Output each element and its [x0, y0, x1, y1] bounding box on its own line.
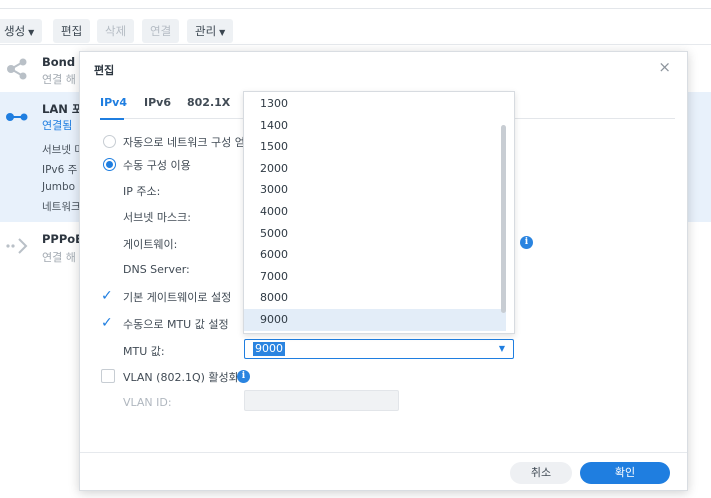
toolbar: 생성 ▼ 편집 삭제 연결 관리 ▼: [0, 0, 711, 45]
manual-config-radio[interactable]: [103, 158, 116, 171]
edit-button[interactable]: 편집: [53, 19, 91, 43]
interface-detail: 서브넷 마: [42, 144, 84, 156]
mtu-option[interactable]: 1500: [244, 136, 506, 158]
mtu-value-label: MTU 값:: [123, 345, 165, 358]
mtu-option[interactable]: 9000: [244, 309, 506, 331]
chevron-down-icon: ▼: [28, 28, 35, 37]
manage-button[interactable]: 관리 ▼: [187, 19, 234, 43]
mtu-option[interactable]: 6000: [244, 244, 506, 266]
vlan-id-label: VLAN ID:: [123, 396, 172, 409]
vlan-enable-label: VLAN (802.1Q) 활성화: [123, 371, 239, 384]
close-icon[interactable]: ×: [658, 58, 671, 76]
mtu-dropdown-list: 9000 8000 7000 6000 5000 4000 3000 2000 1500 1400…: [243, 91, 515, 334]
vlan-id-input[interactable]: [244, 390, 399, 411]
gateway-label: 게이트웨이:: [123, 238, 178, 251]
mtu-option[interactable]: 1400: [244, 115, 506, 137]
mtu-value-combobox[interactable]: 9000 ▼: [244, 339, 514, 359]
mtu-option[interactable]: 7000: [244, 266, 506, 288]
create-button[interactable]: 생성 ▼: [0, 19, 43, 43]
connect-button[interactable]: 연결: [142, 19, 180, 43]
tab-ipv4[interactable]: IPv4: [100, 96, 127, 109]
interface-status: 연결 해: [42, 251, 76, 264]
interface-detail: 네트워크: [42, 201, 81, 213]
footer-divider: [80, 452, 687, 453]
chevron-down-icon: ▼: [219, 28, 226, 37]
interface-detail: Jumbo: [42, 181, 76, 193]
tab-8021x[interactable]: 802.1X: [187, 96, 230, 109]
ok-button[interactable]: 확인: [580, 462, 670, 484]
create-button-label: 생성: [4, 24, 26, 38]
share-icon: [7, 58, 27, 80]
active-tab-indicator: [100, 118, 124, 120]
mtu-option[interactable]: 1300: [244, 93, 506, 115]
auto-config-radio[interactable]: [103, 135, 116, 148]
manual-config-label: 수동 구성 이용: [123, 159, 191, 172]
toolbar-top-divider: [0, 8, 711, 9]
manage-button-label: 관리: [195, 24, 217, 38]
mtu-option[interactable]: 2000: [244, 158, 506, 180]
dialog-title: 편집: [94, 64, 115, 77]
subnet-mask-label: 서브넷 마스크:: [123, 211, 191, 224]
interface-name: PPPoE: [42, 232, 84, 246]
lan-connected-icon: [6, 113, 28, 121]
mtu-option[interactable]: 4000: [244, 201, 506, 223]
delete-button[interactable]: 삭제: [97, 19, 135, 43]
ip-address-label: IP 주소:: [123, 185, 161, 198]
mtu-value-text: 9000: [253, 342, 285, 356]
chevron-down-icon[interactable]: ▼: [499, 344, 505, 353]
pppoe-arrow-icon: [6, 238, 28, 254]
cancel-button[interactable]: 취소: [510, 462, 572, 484]
tab-ipv6[interactable]: IPv6: [144, 96, 171, 109]
mtu-option[interactable]: 5000: [244, 223, 506, 245]
mtu-option[interactable]: 3000: [244, 179, 506, 201]
manual-mtu-checkbox[interactable]: ✓: [101, 316, 115, 330]
interface-detail: IPv6 주: [42, 164, 78, 176]
info-icon[interactable]: i: [520, 236, 533, 249]
dns-server-label: DNS Server:: [123, 263, 190, 276]
interface-status: 연결됨: [42, 119, 73, 132]
info-icon[interactable]: i: [237, 370, 250, 383]
manual-mtu-label: 수동으로 MTU 값 설정: [123, 318, 229, 331]
interface-status: 연결 해: [42, 73, 76, 86]
mtu-option[interactable]: 8000: [244, 287, 506, 309]
auto-config-label: 자동으로 네트워크 구성 얻: [123, 136, 245, 149]
vlan-checkbox[interactable]: [101, 369, 115, 383]
interface-name: LAN 포: [42, 102, 83, 116]
default-gateway-checkbox[interactable]: ✓: [101, 289, 115, 303]
dropdown-scrollbar[interactable]: [501, 125, 506, 313]
default-gateway-label: 기본 게이트웨이로 설정: [123, 291, 232, 304]
